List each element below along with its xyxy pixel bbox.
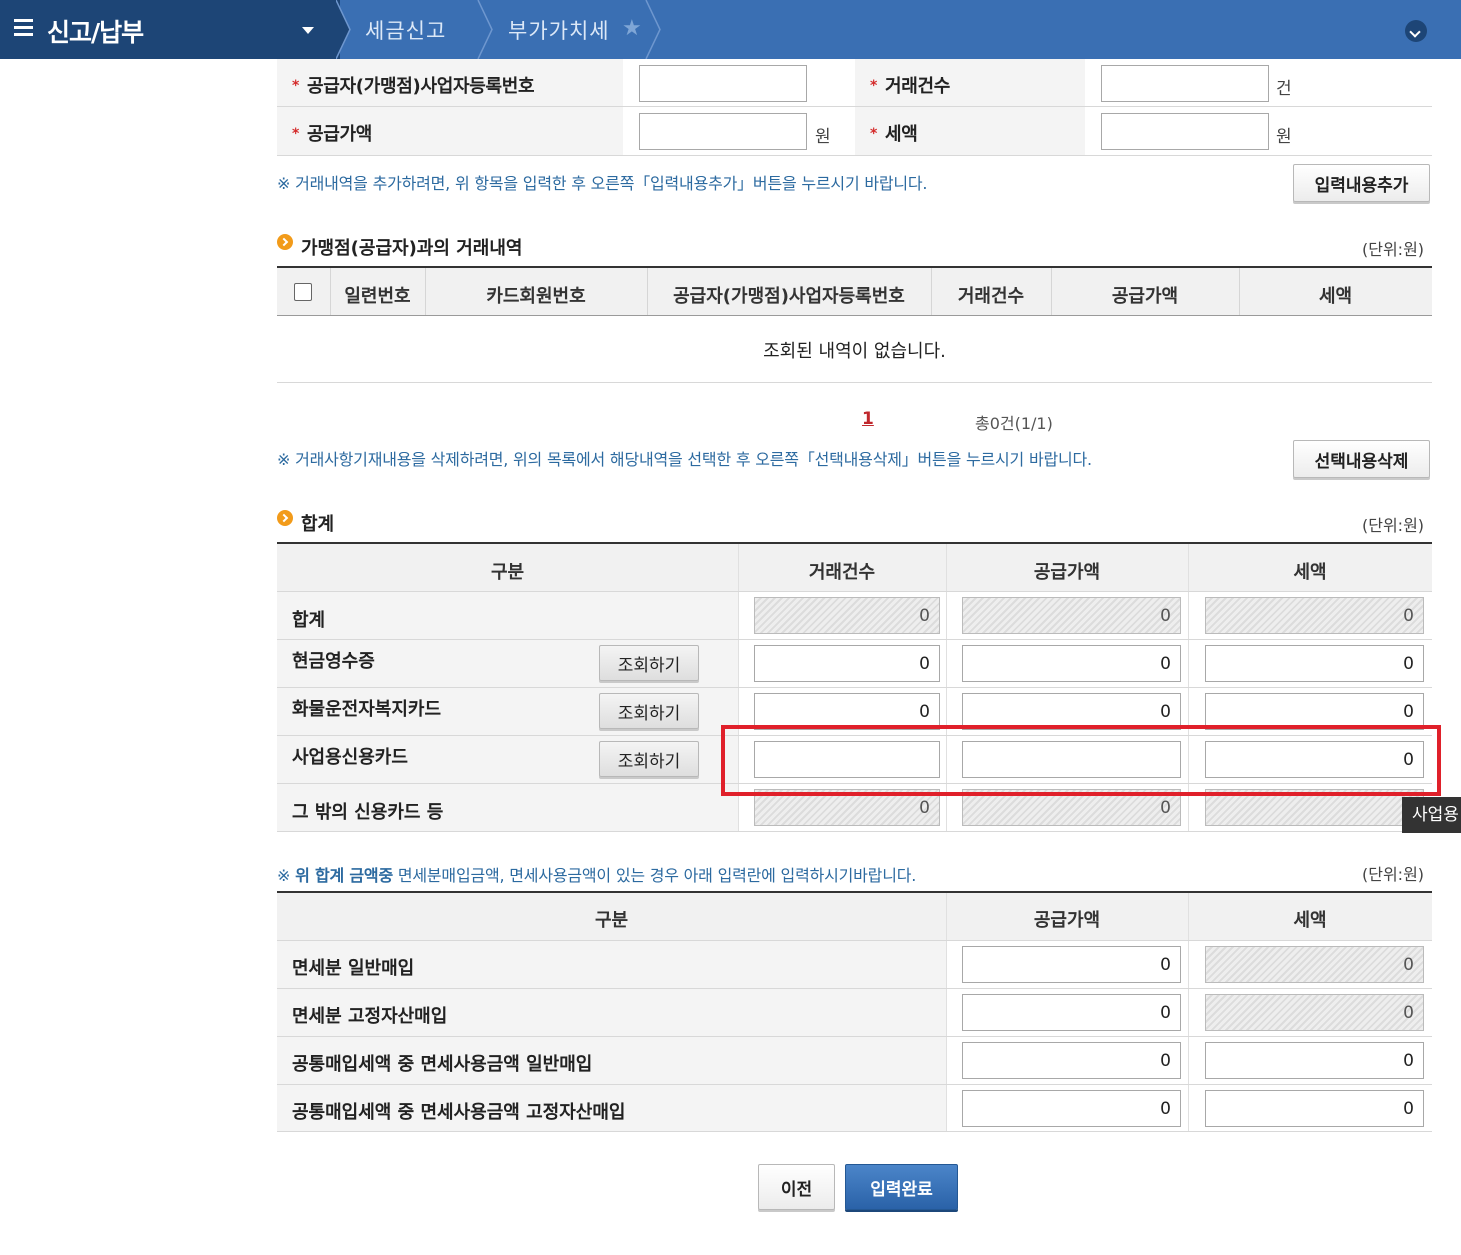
col-header-count: 거래건수 <box>957 286 1025 307</box>
row-label-driver-welfare-card: 화물운전자복지카드 <box>292 699 442 720</box>
tax-label: * 세액 <box>870 124 918 145</box>
divider <box>277 988 1432 989</box>
menu-title[interactable]: 신고/납부 <box>47 13 144 49</box>
row-label-common-fixed-asset: 공통매입세액 중 면세사용금액 고정자산매입 <box>292 1102 626 1123</box>
col-header-supply: 공급가액 <box>1033 562 1101 583</box>
common-general-supply-input[interactable] <box>962 1042 1181 1079</box>
exempt-notice: ※ 위 합계 금액중 면세분매입금액, 면세사용금액이 있는 경우 아래 입력란… <box>277 866 917 885</box>
total-supply-field <box>962 597 1181 634</box>
common-fixed-asset-supply-input[interactable] <box>962 1090 1181 1127</box>
exempt-fixed-asset-tax-field <box>1205 994 1424 1031</box>
common-general-tax-input[interactable] <box>1205 1042 1424 1079</box>
breadcrumb-separator-icon <box>477 0 493 59</box>
tax-input[interactable] <box>1101 113 1269 150</box>
driver-welfare-lookup-button[interactable]: 조회하기 <box>599 693 699 729</box>
cash-receipt-supply-input[interactable] <box>962 645 1181 682</box>
col-header-tax: 세액 <box>1293 910 1327 931</box>
col-header-count: 거래건수 <box>808 562 876 583</box>
highlight-annotation-box <box>721 725 1441 796</box>
pagination-page-1[interactable]: 1 <box>862 409 874 429</box>
empty-message: 조회된 내역이 없습니다. <box>763 341 946 362</box>
supply-unit: 원 <box>815 127 831 147</box>
supplier-reg-no-input[interactable] <box>639 65 807 102</box>
supplier-reg-no-label: * 공급자(가맹점)사업자등록번호 <box>292 76 535 97</box>
row-label-common-general: 공통매입세액 중 면세사용금액 일반매입 <box>292 1054 593 1075</box>
collapse-toggle-icon[interactable] <box>1405 20 1427 42</box>
main-menu-zone[interactable]: 신고/납부 <box>0 0 340 59</box>
row-label-total: 합계 <box>292 610 326 631</box>
common-fixed-asset-tax-input[interactable] <box>1205 1090 1424 1127</box>
transactions-unit-note: (단위:원) <box>1362 240 1425 259</box>
col-header-card-no: 카드회원번호 <box>486 286 586 307</box>
col-header-supplier-reg-no: 공급자(가맹점)사업자등록번호 <box>673 286 905 307</box>
col-header-supply: 공급가액 <box>1033 910 1101 931</box>
section-bullet-icon <box>277 510 293 526</box>
col-header-serial: 일련번호 <box>344 286 411 307</box>
total-count-field <box>754 597 940 634</box>
totals-unit-note: (단위:원) <box>1362 516 1425 535</box>
divider <box>277 831 1432 832</box>
divider <box>277 1131 1432 1132</box>
col-header-tax: 세액 <box>1293 562 1327 583</box>
delete-notice: ※ 거래사항기재내용을 삭제하려면, 위의 목록에서 해당내역을 선택한 후 오… <box>277 450 1092 469</box>
divider <box>277 687 1432 688</box>
business-card-lookup-button[interactable]: 조회하기 <box>599 741 699 777</box>
divider <box>277 940 1432 941</box>
divider <box>277 1084 1432 1085</box>
col-header-category: 구분 <box>594 910 629 931</box>
breadcrumb-separator-icon <box>645 0 661 59</box>
count-unit: 건 <box>1276 79 1292 99</box>
top-navigation-bar: 신고/납부 세금신고 부가가치세 ★ <box>0 0 1461 59</box>
previous-button[interactable]: 이전 <box>758 1164 835 1210</box>
hamburger-menu-icon[interactable] <box>14 19 33 37</box>
cash-receipt-count-input[interactable] <box>754 645 940 682</box>
supply-amount-label: * 공급가액 <box>292 124 373 145</box>
select-all-checkbox[interactable] <box>294 283 312 301</box>
add-notice: ※ 거래내역을 추가하려면, 위 항목을 입력한 후 오른쪽「입력내용추가」버튼… <box>277 174 928 193</box>
divider <box>277 639 1432 640</box>
breadcrumb-item-tax-filing[interactable]: 세금신고 <box>365 15 446 45</box>
total-count: 총0건(1/1) <box>975 414 1053 433</box>
row-label-exempt-fixed-asset: 면세분 고정자산매입 <box>292 1006 448 1027</box>
divider <box>277 591 1432 592</box>
exempt-general-supply-input[interactable] <box>962 946 1181 983</box>
total-tax-field <box>1205 597 1424 634</box>
totals-section-title: 합계 <box>301 514 335 535</box>
transaction-count-label: * 거래건수 <box>870 76 951 97</box>
divider <box>277 382 1432 383</box>
supply-amount-input[interactable] <box>639 113 807 150</box>
cash-receipt-lookup-button[interactable]: 조회하기 <box>599 645 699 681</box>
breadcrumb-separator-icon <box>336 0 351 59</box>
tax-unit: 원 <box>1276 127 1292 147</box>
chevron-down-icon[interactable] <box>302 27 314 34</box>
complete-input-button[interactable]: 입력완료 <box>845 1164 958 1210</box>
row-label-business-credit-card: 사업용신용카드 <box>292 747 408 768</box>
divider <box>277 315 1432 316</box>
divider <box>277 155 1432 156</box>
cash-receipt-tax-input[interactable] <box>1205 645 1424 682</box>
column-divider <box>946 893 947 1132</box>
divider <box>277 106 1432 107</box>
favorite-star-icon[interactable]: ★ <box>622 16 642 41</box>
col-header-category: 구분 <box>490 562 525 583</box>
exempt-general-tax-field <box>1205 946 1424 983</box>
tooltip: 사업용 <box>1402 797 1461 833</box>
delete-selected-button[interactable]: 선택내용삭제 <box>1293 440 1430 478</box>
breadcrumb-item-vat[interactable]: 부가가치세 <box>508 15 610 45</box>
row-label-cash-receipt: 현금영수증 <box>292 651 375 672</box>
exempt-fixed-asset-supply-input[interactable] <box>962 994 1181 1031</box>
divider <box>277 1036 1432 1037</box>
section-bullet-icon <box>277 234 293 250</box>
add-entry-button[interactable]: 입력내용추가 <box>1293 164 1430 202</box>
col-header-tax: 세액 <box>1318 286 1353 307</box>
row-label-exempt-general: 면세분 일반매입 <box>292 958 415 979</box>
transactions-section-title: 가맹점(공급자)과의 거래내역 <box>301 238 523 259</box>
transaction-count-input[interactable] <box>1101 65 1269 102</box>
col-header-supply: 공급가액 <box>1111 286 1179 307</box>
row-label-other-credit-cards: 그 밖의 신용카드 등 <box>292 802 444 823</box>
column-divider <box>1188 893 1189 1132</box>
exempt-unit-note: (단위:원) <box>1362 865 1425 884</box>
